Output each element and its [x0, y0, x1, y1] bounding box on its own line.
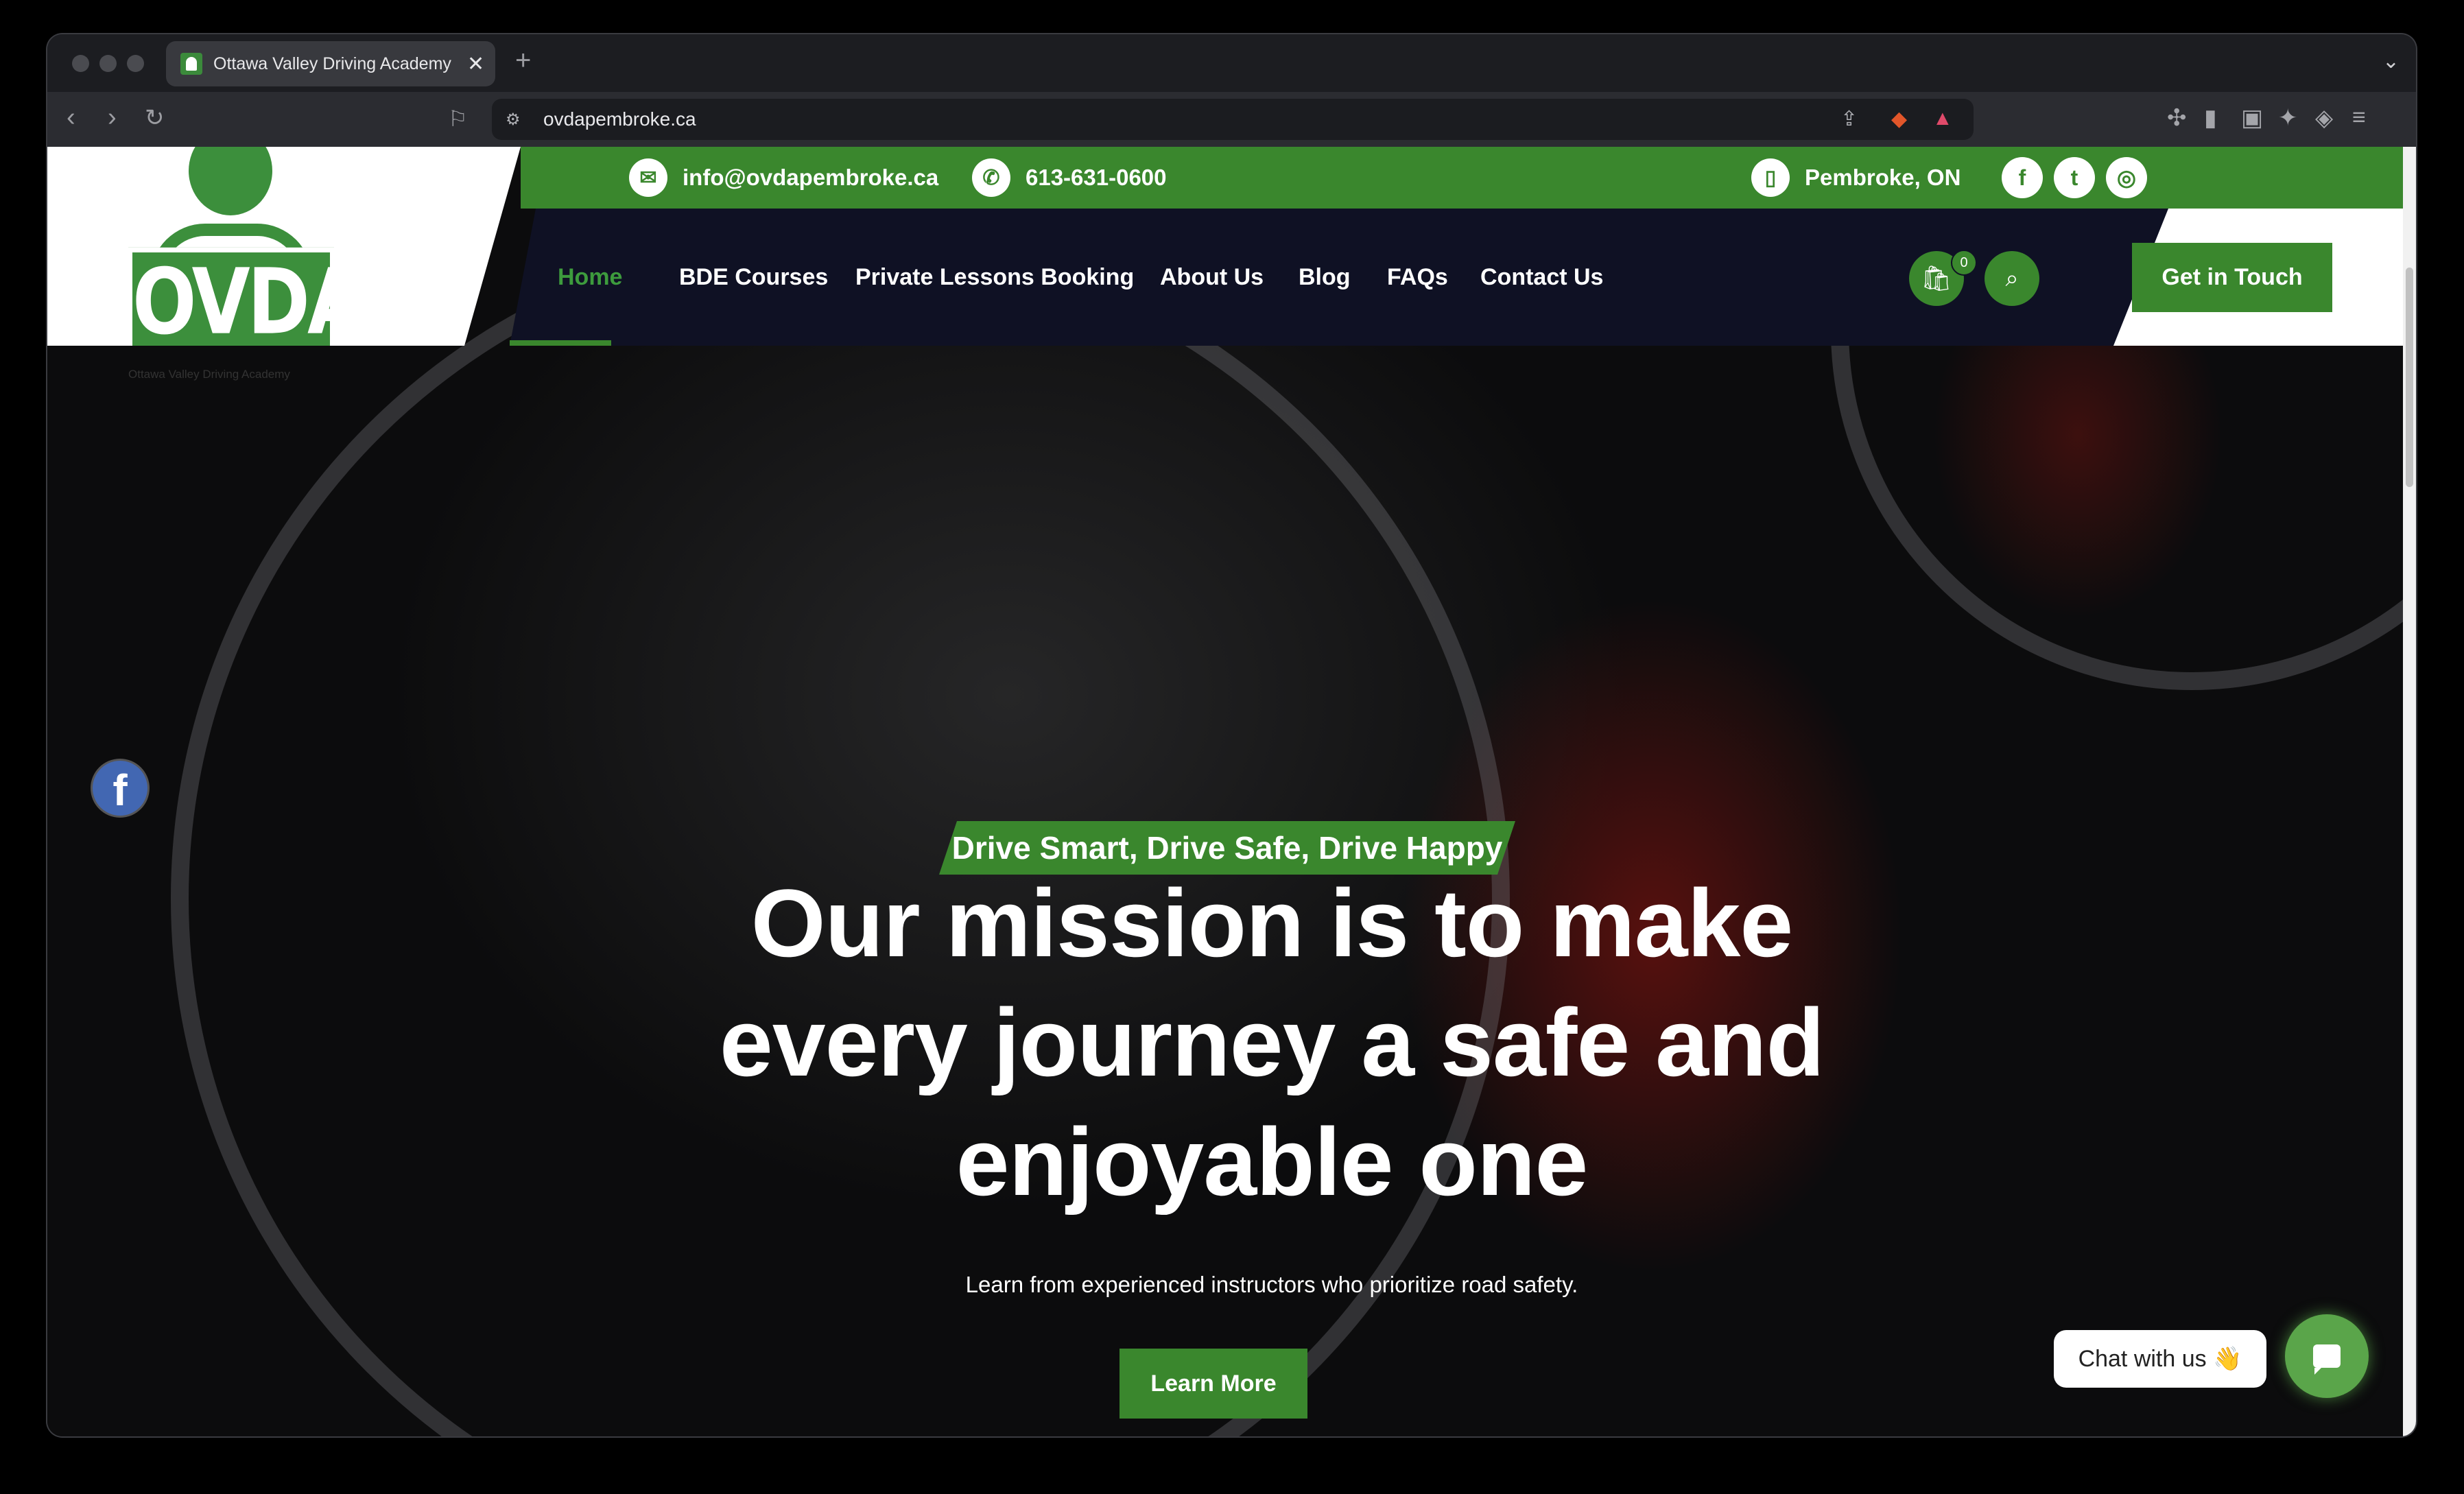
page-scrollbar[interactable] [2403, 147, 2416, 1436]
minimize-window-dot[interactable] [99, 55, 117, 72]
url-text: ovdapembroke.ca [543, 108, 696, 130]
web-page: OVDA Ottawa Valley Driving Academy ✉ inf… [47, 147, 2403, 1436]
instagram-icon[interactable]: ◎ [2106, 157, 2147, 198]
active-tab[interactable]: Ottawa Valley Driving Academy ✕ [166, 41, 495, 86]
site-favicon-icon [180, 53, 202, 75]
nav-blog[interactable]: Blog [1299, 209, 1351, 346]
site-logo[interactable]: OVDA [128, 147, 366, 346]
shopping-bag-icon: 🛍 [1921, 264, 1952, 292]
search-icon: ⌕ [2005, 265, 2019, 292]
hero-headline: Our mission is to make every journey a s… [719, 869, 1825, 1216]
nav-about-us[interactable]: About Us [1160, 209, 1264, 346]
contact-topbar: ✉ info@ovdapembroke.ca ✆ 613-631-0600 ▯ … [521, 147, 2403, 209]
bookmark-icon[interactable]: ⚐ [448, 106, 468, 132]
logo-head-shape [189, 147, 272, 215]
location-icon: ▯ [1751, 158, 1790, 197]
brave-shield-icon[interactable]: ◆ [1891, 107, 1907, 131]
logo-caption: Ottawa Valley Driving Academy [128, 368, 290, 381]
brave-rewards-icon[interactable]: ▲ [1932, 107, 1953, 130]
tab-bar: Ottawa Valley Driving Academy ✕ + ⌄ [47, 34, 2416, 92]
chat-bubble-icon [2313, 1344, 2341, 1375]
address-bar[interactable]: ⚙ ovdapembroke.ca ⇪ ◆ ▲ [492, 99, 1974, 140]
extensions-icon[interactable]: ✣ [2167, 104, 2187, 132]
chat-launcher-button[interactable] [2285, 1314, 2369, 1398]
back-icon[interactable]: ‹ [67, 103, 75, 132]
twitter-icon[interactable]: t [2054, 157, 2095, 198]
facebook-float-icon[interactable]: f [93, 761, 147, 816]
location-info: ▯ Pembroke, ON [1751, 147, 1960, 209]
menu-icon[interactable]: ≡ [2352, 104, 2366, 131]
close-tab-icon[interactable]: ✕ [467, 52, 484, 76]
nav-home[interactable]: Home [558, 209, 622, 346]
tab-title: Ottawa Valley Driving Academy [213, 54, 451, 73]
facebook-icon[interactable]: f [2002, 157, 2043, 198]
wallet-icon[interactable]: ▣ [2241, 104, 2263, 132]
tab-list-chevron-icon[interactable]: ⌄ [2382, 49, 2400, 73]
phone-text: 613-631-0600 [1026, 165, 1167, 190]
phone-icon: ✆ [972, 158, 1010, 197]
reload-icon[interactable]: ↻ [145, 104, 165, 132]
nav-faqs[interactable]: FAQs [1387, 209, 1448, 346]
email-icon: ✉ [629, 158, 667, 197]
hero-subtext: Learn from experienced instructors who p… [965, 1272, 1578, 1297]
nav-private-lessons[interactable]: Private Lessons Booking [855, 209, 1134, 346]
site-settings-icon[interactable]: ⚙ [506, 110, 521, 130]
learn-more-button[interactable]: Learn More [1120, 1349, 1307, 1419]
phone-contact[interactable]: ✆ 613-631-0600 [972, 147, 1167, 209]
share-icon[interactable]: ⇪ [1840, 107, 1858, 131]
forward-icon[interactable]: › [108, 103, 117, 132]
leo-ai-icon[interactable]: ✦ [2278, 104, 2298, 132]
nav-bde-courses[interactable]: BDE Courses [679, 209, 828, 346]
vpn-icon[interactable]: ◈ [2315, 104, 2333, 132]
get-in-touch-button[interactable]: Get in Touch [2132, 243, 2332, 312]
email-contact[interactable]: ✉ info@ovdapembroke.ca [629, 147, 938, 209]
nav-contact-us[interactable]: Contact Us [1480, 209, 1603, 346]
location-text: Pembroke, ON [1805, 165, 1961, 190]
cart-count-badge: 0 [1951, 250, 1977, 276]
logo-panel: OVDA [47, 147, 521, 346]
email-text: info@ovdapembroke.ca [683, 165, 939, 190]
browser-toolbar: ‹ › ↻ ⚐ ⚙ ovdapembroke.ca ⇪ ◆ ▲ ✣ ▮ ▣ ✦ … [47, 92, 2416, 147]
new-tab-icon[interactable]: + [515, 45, 531, 76]
browser-window: Ottawa Valley Driving Academy ✕ + ⌄ ‹ › … [47, 34, 2416, 1436]
close-window-dot[interactable] [72, 55, 89, 72]
sidebar-icon[interactable]: ▮ [2204, 104, 2217, 132]
active-nav-indicator [510, 340, 611, 346]
logo-wordmark: OVDA [128, 247, 366, 346]
chat-with-us-label[interactable]: Chat with us 👋 [2054, 1330, 2266, 1388]
scrollbar-thumb[interactable] [2406, 268, 2413, 487]
search-button[interactable]: ⌕ [1985, 251, 2039, 306]
zoom-window-dot[interactable] [127, 55, 144, 72]
